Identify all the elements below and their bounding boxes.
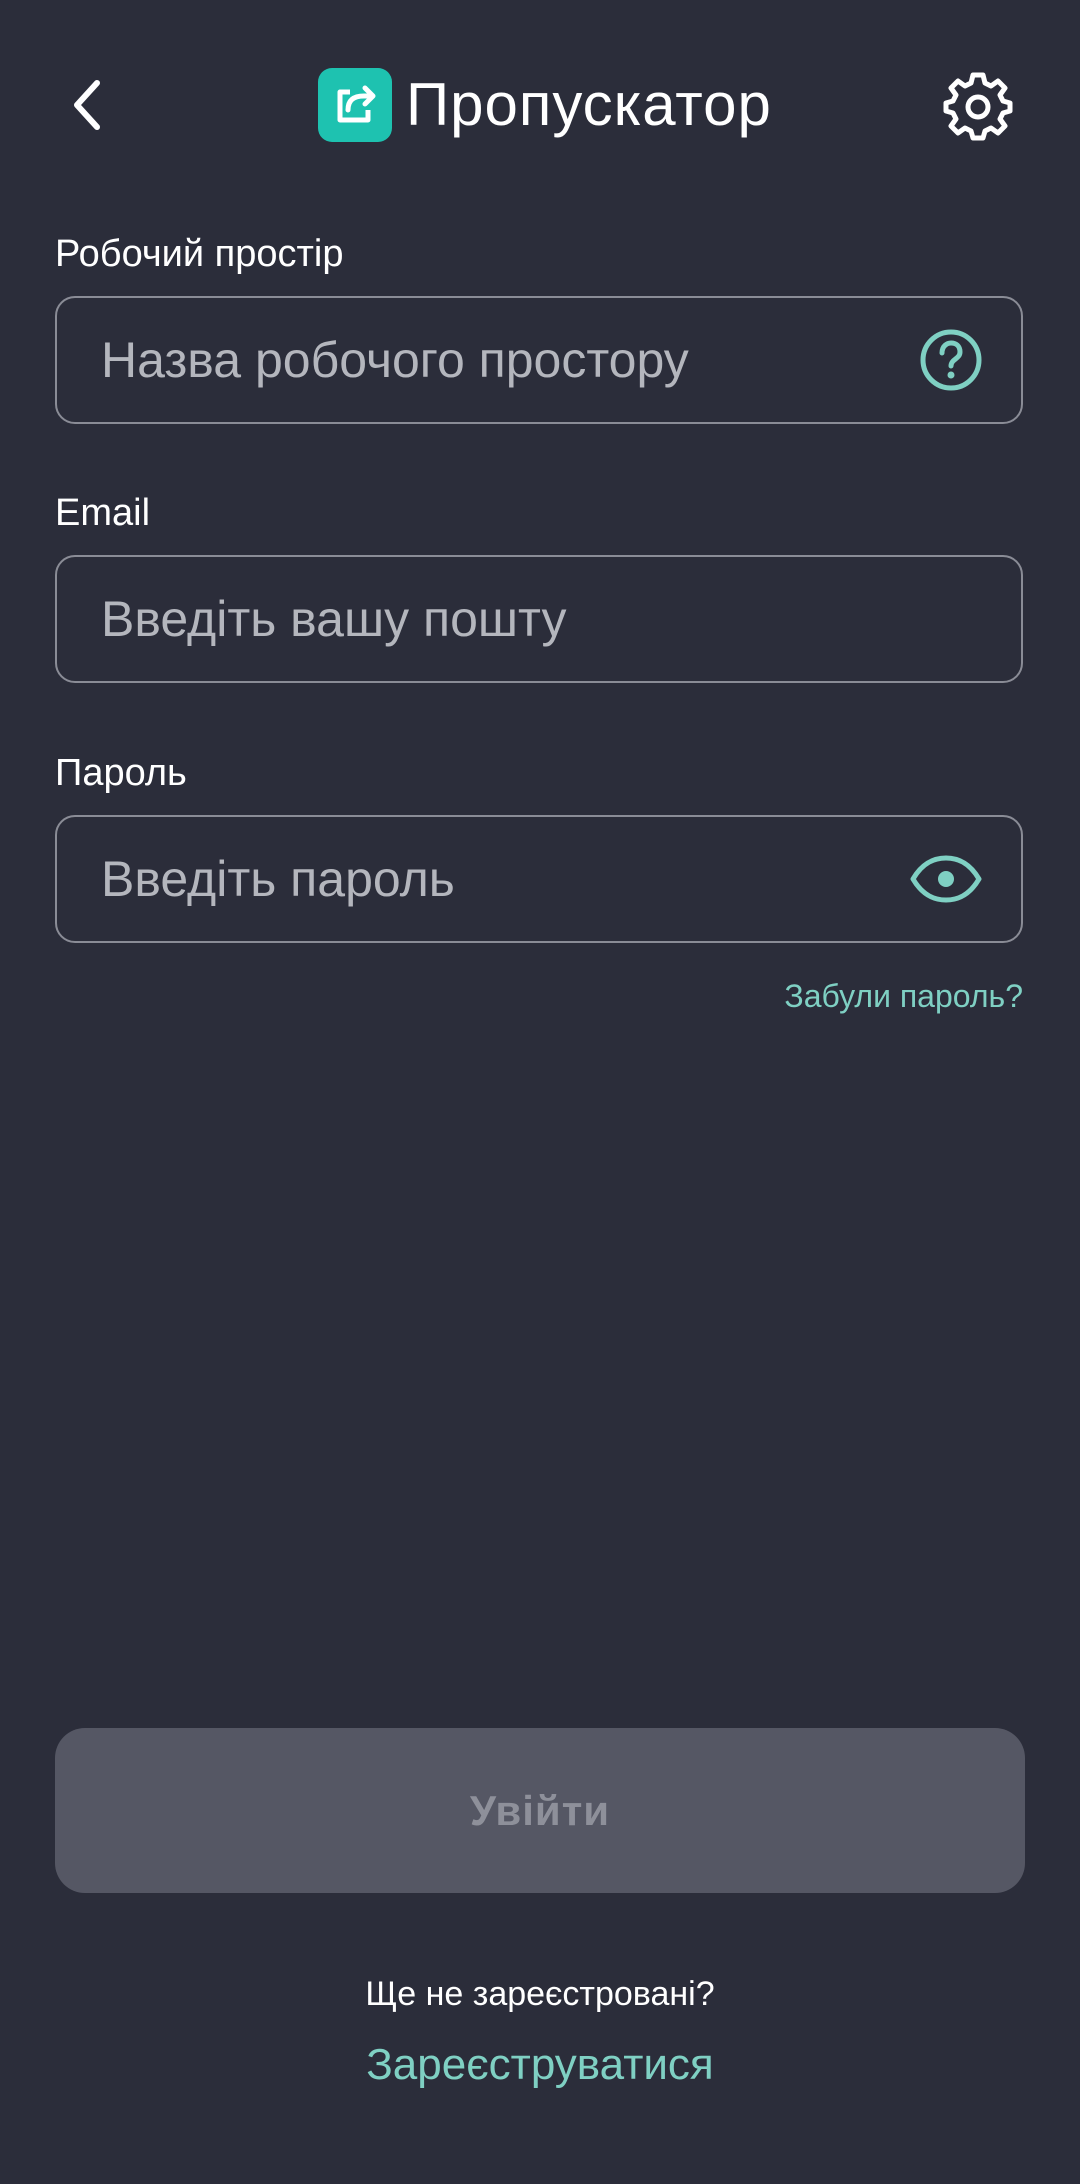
- back-button[interactable]: [55, 65, 119, 145]
- app-header: Пропускатор: [0, 0, 1080, 210]
- settings-button[interactable]: [938, 66, 1018, 146]
- brand-name: Пропускатор: [406, 71, 772, 138]
- workspace-help-button[interactable]: [919, 328, 983, 392]
- eye-icon: [910, 855, 982, 903]
- gear-icon: [943, 72, 1013, 141]
- brand: Пропускатор: [318, 66, 772, 144]
- password-input[interactable]: [101, 817, 881, 941]
- password-label: Пароль: [55, 752, 187, 794]
- email-input[interactable]: [101, 557, 881, 681]
- share-arrow-icon: [337, 85, 376, 123]
- email-field[interactable]: [55, 555, 1023, 683]
- password-visibility-toggle[interactable]: [909, 854, 983, 904]
- question-circle-icon: [920, 329, 982, 391]
- chevron-left-icon: [74, 80, 100, 130]
- workspace-label: Робочий простір: [55, 233, 344, 275]
- workspace-input[interactable]: [101, 298, 881, 422]
- email-label: Email: [55, 492, 151, 534]
- register-link[interactable]: Зареєструватися: [0, 2040, 1080, 2090]
- forgot-password-link[interactable]: Забули пароль?: [784, 978, 1023, 1015]
- password-field[interactable]: [55, 815, 1023, 943]
- brand-logo: [318, 68, 392, 142]
- not-registered-text: Ще не зареєстровані?: [365, 1975, 715, 2013]
- workspace-field[interactable]: [55, 296, 1023, 424]
- login-button[interactable]: Увійти: [55, 1728, 1025, 1893]
